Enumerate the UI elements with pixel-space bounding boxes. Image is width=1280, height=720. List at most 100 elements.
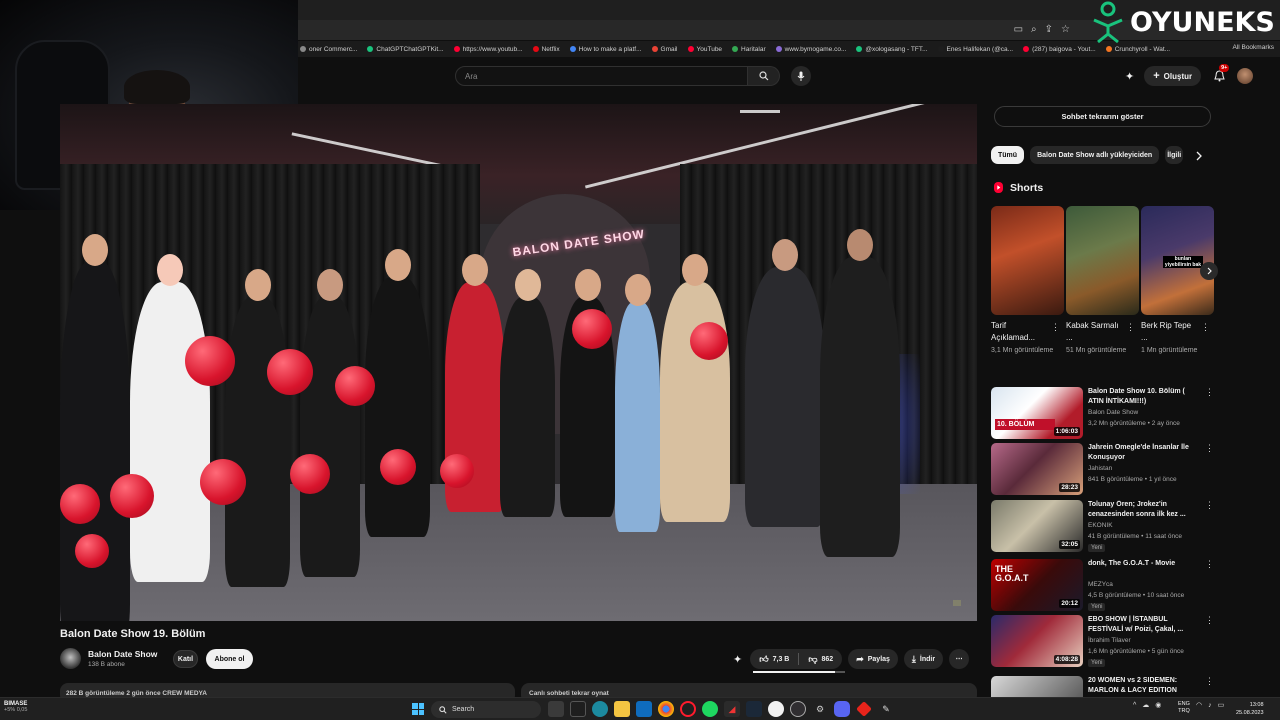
more-vertical-icon[interactable]: ⋮: [1205, 443, 1214, 454]
bookmark-item[interactable]: (287) baigova - Yout...: [1023, 46, 1096, 53]
bookmark-item[interactable]: oner Commerc...: [300, 46, 357, 53]
bookmark-item[interactable]: Netflix: [532, 46, 560, 53]
shorts-next-button[interactable]: [1200, 262, 1218, 280]
edge-icon[interactable]: [592, 701, 608, 717]
filter-chip[interactable]: Balon Date Show adlı yükleyiciden: [1030, 146, 1160, 164]
cast-icon[interactable]: ▭: [1014, 24, 1023, 35]
search-button[interactable]: [748, 66, 780, 86]
task-view-icon[interactable]: [548, 701, 564, 717]
subscribe-button[interactable]: Abone ol: [206, 649, 253, 669]
extension-icon[interactable]: ✦: [1125, 70, 1134, 83]
language-indicator[interactable]: ENG TRQ: [1178, 701, 1190, 715]
discord-icon[interactable]: [834, 701, 850, 717]
bookmark-item[interactable]: https://www.youtub...: [453, 46, 523, 53]
bookmark-star-icon[interactable]: ☆: [1061, 24, 1070, 35]
bookmark-item[interactable]: YouTube: [687, 46, 722, 53]
opera-icon[interactable]: [680, 701, 696, 717]
short-title[interactable]: Berk Rip Tepe ...: [1141, 320, 1199, 344]
channel-avatar[interactable]: [60, 648, 81, 669]
video-title[interactable]: Tolunay Ören; Jrokez'in cenazesinden son…: [1088, 500, 1200, 520]
bookmark-item[interactable]: Gmail: [651, 46, 678, 53]
more-vertical-icon[interactable]: ⋮: [1126, 322, 1135, 333]
bookmark-item[interactable]: ChatGPTChatGPTKit...: [367, 46, 444, 53]
bookmark-item[interactable]: Haritalar: [732, 46, 766, 53]
zoom-icon[interactable]: ⌕: [1031, 24, 1037, 35]
video-thumbnail[interactable]: 4:08:28: [991, 615, 1083, 667]
short-thumbnail[interactable]: [1066, 206, 1139, 315]
settings-icon[interactable]: ⚙: [812, 701, 828, 717]
dislike-button[interactable]: 👎︎ 862: [799, 654, 842, 665]
short-thumbnail[interactable]: [991, 206, 1064, 315]
app-icon[interactable]: ◢: [724, 701, 740, 717]
video-title[interactable]: 20 WOMEN vs 2 SIDEMEN: MARLON & LACY EDI…: [1088, 676, 1200, 696]
more-vertical-icon[interactable]: ⋮: [1205, 559, 1214, 570]
join-button[interactable]: Katıl: [173, 650, 198, 668]
taskbar-clock[interactable]: 13:08 25.08.2023: [1236, 701, 1264, 717]
recommended-video[interactable]: 4:08:28 EBO SHOW | İSTANBUL FESTİVALİ w/ …: [991, 615, 1214, 667]
recommended-video[interactable]: 10. BÖLÜM 1:06:03 Balon Date Show 10. Bölü…: [991, 387, 1214, 439]
share-icon[interactable]: ⇪: [1045, 24, 1053, 35]
recommended-video[interactable]: 28:23 Jahrein Omegle'de İnsanlar İle Konu…: [991, 443, 1214, 495]
short-title[interactable]: Kabak Sarmalı ...: [1066, 320, 1124, 344]
download-button[interactable]: ⤓ İndir: [903, 649, 944, 669]
volume-icon[interactable]: ♪: [1208, 702, 1212, 709]
video-thumbnail[interactable]: THE G.O.A.T 20:12: [991, 559, 1083, 611]
video-player[interactable]: BALON DATE SHOW: [60, 104, 977, 621]
battery-icon[interactable]: ▭: [1218, 701, 1225, 709]
more-vertical-icon[interactable]: ⋮: [1205, 500, 1214, 511]
bookmark-item[interactable]: www.bymogame.co...: [775, 46, 846, 53]
show-chat-replay-button[interactable]: Sohbet tekrarını göster: [994, 106, 1211, 127]
obs-icon[interactable]: [790, 701, 806, 717]
more-vertical-icon[interactable]: ⋮: [1205, 676, 1214, 687]
notifications-button[interactable]: 9+: [1211, 64, 1230, 84]
bookmark-item[interactable]: How to make a platf...: [569, 46, 642, 53]
more-vertical-icon[interactable]: ⋮: [1205, 387, 1214, 398]
windows-start-icon[interactable]: [412, 703, 424, 715]
search-input[interactable]: Ara: [455, 66, 748, 86]
create-button[interactable]: + Oluştur: [1144, 66, 1202, 86]
video-thumbnail[interactable]: 10. BÖLÜM 1:06:03: [991, 387, 1083, 439]
file-explorer-icon[interactable]: [614, 701, 630, 717]
like-button[interactable]: 👍︎ 7,3 B: [750, 654, 798, 665]
outlook-icon[interactable]: [636, 701, 652, 717]
video-title[interactable]: donk, The G.O.A.T - Movie: [1088, 559, 1200, 569]
steam-icon[interactable]: [746, 701, 762, 717]
bookmark-item[interactable]: Crunchyroll - Wat...: [1105, 46, 1170, 53]
voice-search-button[interactable]: [791, 66, 811, 86]
video-title[interactable]: Balon Date Show 10. Bölüm ( ATIN İNTİKAM…: [1088, 387, 1200, 407]
chevron-up-icon[interactable]: ^: [1133, 702, 1136, 709]
video-title[interactable]: EBO SHOW | İSTANBUL FESTİVALİ w/ Poizi, …: [1088, 615, 1200, 635]
recommended-video[interactable]: 32:05 Tolunay Ören; Jrokez'in cenazesinde…: [991, 500, 1214, 552]
github-icon[interactable]: [768, 701, 784, 717]
video-title[interactable]: Jahrein Omegle'de İnsanlar İle Konuşuyor: [1088, 443, 1200, 463]
all-bookmarks-button[interactable]: All Bookmarks: [1232, 44, 1274, 51]
bookmark-item[interactable]: @xologasang - TFT...: [856, 46, 928, 53]
app-tray-icon[interactable]: ☁: [1142, 701, 1149, 709]
extension-icon[interactable]: ✦: [733, 653, 742, 666]
short-thumbnail[interactable]: bunları yiyebilirsin bak: [1141, 206, 1214, 315]
more-actions-button[interactable]: ⋯: [949, 649, 970, 669]
recommended-video[interactable]: THE G.O.A.T 20:12 donk, The G.O.A.T - Movi…: [991, 559, 1214, 611]
chrome-icon[interactable]: [658, 701, 674, 717]
more-vertical-icon[interactable]: ⋮: [1051, 322, 1060, 333]
more-vertical-icon[interactable]: ⋮: [1201, 322, 1210, 333]
bookmark-item[interactable]: Enes Halifekan (@ca...: [937, 46, 1013, 53]
taskbar-widget[interactable]: BIMASE +5% 0,05: [4, 701, 58, 713]
channel-name[interactable]: Balon Date Show: [88, 649, 157, 659]
app-icon[interactable]: ✎: [878, 701, 894, 717]
chips-next-button[interactable]: [1193, 149, 1205, 161]
short-title[interactable]: Tarif Açıklamad...: [991, 320, 1049, 344]
account-avatar[interactable]: [1237, 68, 1254, 84]
taskbar-search[interactable]: Search: [431, 701, 541, 718]
video-thumbnail[interactable]: 32:05: [991, 500, 1083, 552]
filter-chip[interactable]: Tümü: [991, 146, 1025, 164]
spotify-icon[interactable]: [702, 701, 718, 717]
video-thumbnail[interactable]: 28:23: [991, 443, 1083, 495]
filter-chip[interactable]: İlgili: [1165, 146, 1184, 164]
app-tray-icon[interactable]: ◉: [1155, 701, 1161, 709]
terminal-icon[interactable]: [570, 701, 586, 717]
wifi-icon[interactable]: ◠: [1196, 701, 1202, 709]
more-vertical-icon[interactable]: ⋮: [1205, 615, 1214, 626]
game-launcher-icon[interactable]: [856, 701, 872, 717]
share-button[interactable]: ➦ Paylaş: [848, 649, 898, 669]
